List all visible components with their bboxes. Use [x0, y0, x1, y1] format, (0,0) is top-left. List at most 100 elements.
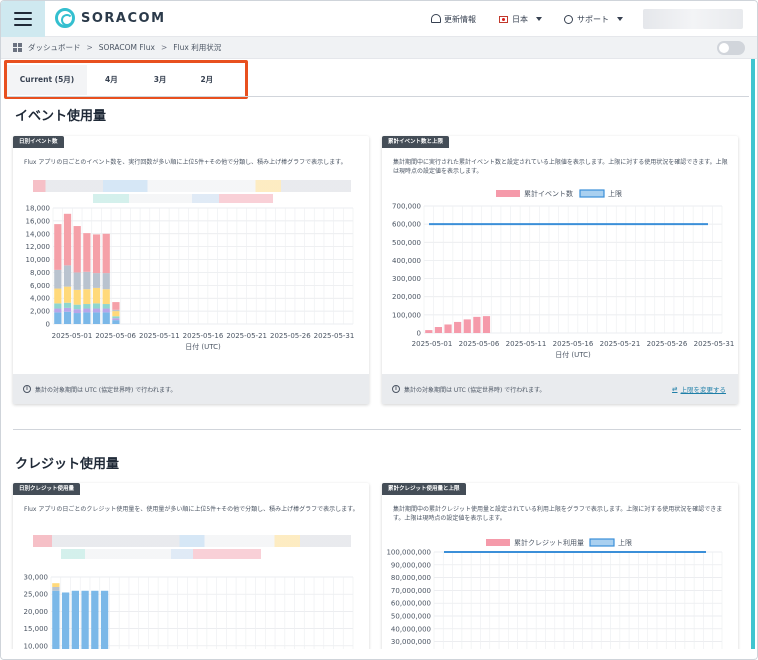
top-navigation-bar: SORACOM 更新情報 日本 サポート [1, 1, 757, 37]
bar-segment [83, 289, 91, 305]
events-section-title: イベント使用量 [15, 109, 107, 124]
y-tick-label: 0 [417, 330, 421, 338]
breadcrumb-separator: > [86, 43, 93, 52]
breadcrumb-flux[interactable]: SORACOM Flux [99, 43, 155, 52]
bar-segment [54, 288, 62, 304]
credit-bar-segment [52, 586, 60, 591]
bar-segment [63, 311, 72, 324]
x-tick-label: 2025-05-06 [459, 340, 500, 348]
card-description: Flux アプリの日ごとのイベント数を、実行回数が多い順に上位5件+その他で分類… [24, 159, 347, 166]
bar-segment [73, 289, 81, 305]
legend-label-cumulative: 累計クレジット利用量 [514, 538, 584, 547]
hamburger-menu-button[interactable] [1, 1, 45, 37]
support-menu[interactable]: サポート [564, 1, 623, 37]
y-tick-label: 80,000,000 [391, 574, 431, 582]
tabs-highlight-box [4, 60, 248, 99]
soracom-logo[interactable]: SORACOM [55, 8, 166, 28]
y-tick-label: 200,000 [392, 293, 421, 301]
language-label: 日本 [512, 14, 528, 24]
legend-swatch-cumulative [486, 539, 510, 546]
dashboard-grid-icon [13, 43, 22, 52]
change-limit-link[interactable]: ⇄ 上限を変更する [672, 384, 726, 394]
cumulative-events-card: 累計イベント数と上限 集計期間中に実行された累計イベント数と設定されている上限値… [382, 136, 738, 404]
x-tick-label: 2025-05-26 [647, 340, 688, 348]
bar-segment [112, 311, 120, 317]
legend-swatch-limit [589, 538, 615, 547]
bar-segment [73, 272, 81, 290]
y-tick-label: 25,000 [24, 591, 49, 599]
info-icon: i [23, 385, 31, 393]
bar-segment [92, 234, 101, 274]
y-tick-label: 600,000 [392, 221, 421, 229]
user-account-menu[interactable] [643, 9, 743, 29]
y-tick-label: 400,000 [392, 257, 421, 265]
bar-segment [83, 312, 91, 324]
legend-items-blurred[interactable] [33, 535, 351, 547]
footer-text: 集計の対象期間は UTC (協定世界時) で行われます。 [404, 386, 546, 394]
card-footer: i 集計の対象期間は UTC (協定世界時) で行われます。 ⇄ 上限を変更する [382, 374, 738, 404]
footer-text: 集計の対象期間は UTC (協定世界時) で行われます。 [35, 386, 177, 394]
breadcrumb-dashboard[interactable]: ダッシュボード [28, 42, 81, 53]
y-tick-label: 2,000 [30, 308, 50, 316]
cumulative-credits-card: 累計クレジット使用量と上限 集計期間中の累計クレジット使用量と設定されている利用… [382, 483, 738, 659]
x-axis-label: 日付 (UTC) [555, 350, 591, 359]
bar-segment [92, 303, 101, 309]
card-description: 集計期間中に実行された累計イベント数と設定されている上限値を表示します。上限に対… [393, 159, 728, 175]
y-tick-label: 30,000,000 [391, 638, 431, 646]
daily-events-chart: 18,000 16,000 14,000 12,000 10,000 8,000 6,000… [26, 205, 355, 352]
language-selector[interactable]: 日本 [499, 1, 542, 37]
y-tick-label: 500,000 [392, 239, 421, 247]
breadcrumb: ダッシュボード > SORACOM Flux > Flux 利用状況 [1, 37, 757, 59]
card-label: 累計イベント数と上限 [382, 136, 450, 148]
cumulative-credits-chart: 累計クレジット利用量 上限 100,000,000 90,000,000 80,000,… [386, 538, 723, 659]
credits-section-title: クレジット使用量 [15, 457, 120, 472]
japan-flag-icon [499, 15, 508, 23]
bar-segment [54, 312, 62, 324]
x-tick-label: 2025-05-11 [139, 332, 180, 340]
updates-link[interactable]: 更新情報 [444, 1, 476, 37]
cumulative-bar [482, 316, 491, 333]
bar-segment [92, 312, 101, 324]
card-label: 累計クレジット使用量と上限 [382, 483, 466, 495]
bar-segment [73, 309, 81, 314]
y-tick-label: 14,000 [26, 230, 51, 238]
y-tick-label: 8,000 [30, 269, 50, 277]
x-axis-label: 日付 (UTC) [185, 342, 221, 351]
card-description: 集計期間中の累計クレジット使用量と設定されている利用上限をグラフで表示します。上… [393, 506, 723, 522]
y-tick-label: 10,000 [26, 256, 51, 264]
bar-segment [102, 233, 110, 274]
y-tick-label: 20,000 [24, 608, 49, 616]
y-tick-label: 40,000,000 [391, 625, 431, 633]
legend-items-blurred-2[interactable] [61, 549, 261, 559]
app-frame: SORACOM 更新情報 日本 サポート ダッシュボード > SORACOM F… [0, 0, 758, 660]
daily-events-card: 日別イベント数 Flux アプリの日ごとのイベント数を、実行回数が多い順に上位5… [13, 136, 369, 404]
card-label: 日別イベント数 [13, 136, 64, 148]
breadcrumb-separator: > [160, 43, 168, 52]
x-tick-label: 2025-05-21 [226, 332, 267, 340]
y-tick-label: 6,000 [30, 282, 50, 290]
bar-segment [102, 273, 110, 290]
info-icon: i [392, 385, 400, 393]
bar-segment [102, 289, 110, 305]
y-tick-label: 300,000 [392, 275, 421, 283]
chevron-down-icon [617, 17, 623, 21]
x-tick-label: 2025-05-31 [694, 340, 735, 348]
bar-segment [83, 308, 91, 313]
bar-segment [63, 302, 72, 308]
bar-segment [54, 269, 62, 289]
scrollbar[interactable] [751, 59, 755, 659]
x-tick-label: 2025-05-16 [183, 332, 224, 340]
updates-label: 更新情報 [444, 14, 476, 24]
theme-toggle[interactable] [717, 41, 745, 55]
daily-credits-chart: 30,00025,00020,00015,00010,000 [24, 574, 354, 659]
y-tick-label: 60,000,000 [391, 600, 431, 608]
card-description: Flux アプリの日ごとのクレジット使用量を、使用量が多い順に上位5件+その他で… [24, 506, 359, 513]
x-tick-label: 2025-05-26 [270, 332, 311, 340]
cumulative-bar [454, 321, 462, 333]
y-tick-label: 0 [46, 321, 50, 329]
bar-segment [63, 307, 72, 312]
x-tick-label: 2025-05-11 [506, 340, 547, 348]
legend-items-blurred[interactable] [33, 180, 351, 192]
bar-segment [54, 308, 62, 313]
y-tick-label: 16,000 [26, 217, 51, 225]
